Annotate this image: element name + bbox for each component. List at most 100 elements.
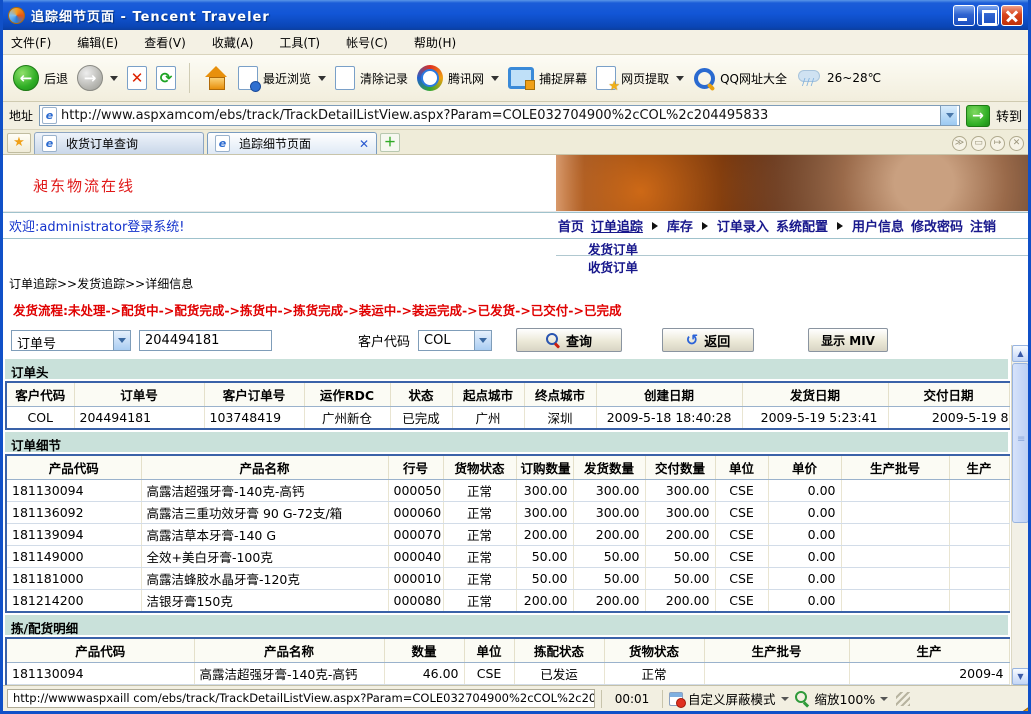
order-number-input[interactable] bbox=[139, 330, 272, 351]
favorites-star-icon[interactable]: ★ bbox=[7, 133, 31, 153]
menu-favorites[interactable]: 收藏(A) bbox=[212, 34, 254, 51]
query-button[interactable]: 查询 bbox=[516, 328, 622, 352]
chevron-down-icon[interactable] bbox=[781, 697, 789, 701]
web-extract-icon: ★ bbox=[596, 66, 616, 90]
column-header: 客户订单号 bbox=[204, 382, 304, 407]
menu-file[interactable]: 文件(F) bbox=[11, 34, 51, 51]
subnav-ship-orders[interactable]: 发货订单 bbox=[588, 242, 638, 257]
chevron-down-icon[interactable] bbox=[880, 697, 888, 701]
table-cell: COL bbox=[6, 407, 74, 430]
toolbar-separator bbox=[189, 63, 190, 93]
customer-code-select[interactable]: COL bbox=[418, 330, 492, 351]
recent-history-icon bbox=[238, 66, 258, 90]
menu-help[interactable]: 帮助(H) bbox=[414, 34, 456, 51]
back-icon: ← bbox=[13, 65, 39, 91]
table-row: 181149000全效+美白牙膏-100克000040正常50.0050.005… bbox=[6, 546, 1009, 568]
return-button[interactable]: ↺ 返回 bbox=[662, 328, 754, 352]
show-miv-button[interactable]: 显示 MIV bbox=[808, 328, 888, 352]
nav-item[interactable]: 修改密码 bbox=[911, 216, 963, 235]
table-cell: CSE bbox=[715, 524, 768, 546]
table-cell: 200.00 bbox=[645, 524, 715, 546]
menu-view[interactable]: 查看(V) bbox=[144, 34, 186, 51]
column-header: 货物状态 bbox=[604, 638, 704, 663]
table-cell: 181130094 bbox=[6, 685, 194, 686]
tab-receive-order-query[interactable]: e 收货订单查询 bbox=[34, 132, 204, 154]
scrollbar-thumb[interactable] bbox=[1012, 363, 1028, 523]
nav-item[interactable]: 用户信息 bbox=[852, 216, 904, 235]
close-all-icon[interactable]: ✕ bbox=[1009, 136, 1024, 151]
main-nav: 首页订单追踪 库存 订单录入系统配置 用户信息修改密码注销 bbox=[558, 216, 1022, 235]
site-banner: 昶东物流在线 bbox=[3, 155, 1028, 212]
table-row: 181136092高露洁三重功效牙膏 90 G-72支/箱000060正常300… bbox=[6, 502, 1009, 524]
table-row: 181130094高露洁超强牙膏-140克-高钙254.00CSE已发运正常20… bbox=[6, 685, 1009, 686]
menu-account[interactable]: 帐号(C) bbox=[346, 34, 388, 51]
chevron-double-down-icon[interactable]: ≫ bbox=[952, 136, 967, 151]
table-cell: 正常 bbox=[604, 685, 704, 686]
table-cell: 2009-4 bbox=[849, 685, 1009, 686]
dock-tab-icon[interactable]: ↦ bbox=[990, 136, 1005, 151]
subnav-receive-orders[interactable]: 收货订单 bbox=[588, 260, 638, 275]
chevron-down-icon[interactable] bbox=[113, 331, 130, 350]
menu-edit[interactable]: 编辑(E) bbox=[77, 34, 118, 51]
new-tab-button[interactable]: ＋ bbox=[380, 133, 400, 152]
nav-item[interactable]: 注销 bbox=[970, 216, 996, 235]
column-header: 单位 bbox=[715, 455, 768, 480]
recent-dropdown-icon[interactable] bbox=[318, 76, 326, 81]
qq-site-dropdown-icon[interactable] bbox=[491, 76, 499, 81]
resize-grip[interactable] bbox=[896, 692, 910, 706]
status-timer: 00:01 bbox=[608, 692, 656, 706]
address-label: 地址 bbox=[9, 107, 33, 124]
table-row: 181214200洁银牙膏150克000080正常200.00200.00200… bbox=[6, 590, 1009, 613]
clear-history-button[interactable]: 清除记录 bbox=[335, 66, 408, 90]
menu-tools[interactable]: 工具(T) bbox=[279, 34, 320, 51]
minimize-button[interactable] bbox=[953, 5, 975, 26]
qq-nav-button[interactable]: QQ网址大全 bbox=[693, 67, 787, 89]
window-list-icon[interactable]: ▭ bbox=[971, 136, 986, 151]
nav-arrow-icon bbox=[652, 222, 658, 230]
back-button[interactable]: ← 后退 bbox=[13, 65, 68, 91]
address-dropdown-button[interactable] bbox=[940, 106, 957, 125]
weather-widget[interactable]: 26~28℃ bbox=[796, 67, 881, 89]
table-cell: 103748419 bbox=[204, 407, 304, 430]
go-button[interactable]: → bbox=[966, 105, 990, 127]
nav-item[interactable]: 系统配置 bbox=[776, 216, 828, 235]
nav-item[interactable]: 订单录入 bbox=[717, 216, 769, 235]
zoom-control[interactable]: 缩放100% bbox=[795, 689, 889, 708]
vertical-scrollbar[interactable]: ▲ ▼ bbox=[1011, 345, 1028, 685]
close-tab-icon[interactable]: ✕ bbox=[359, 137, 369, 151]
order-detail-table: 产品代码产品名称行号货物状态订购数量发货数量交付数量单位单价生产批号生产1811… bbox=[5, 454, 1010, 613]
address-input[interactable]: e http://www.aspxamcom/ebs/track/TrackDe… bbox=[39, 105, 960, 126]
web-extract-dropdown-icon[interactable] bbox=[676, 76, 684, 81]
capture-screen-button[interactable]: 捕捉屏幕 bbox=[508, 67, 587, 89]
maximize-button[interactable] bbox=[977, 5, 999, 26]
block-mode-control[interactable]: 自定义屏蔽模式 bbox=[669, 689, 789, 708]
scroll-up-icon[interactable]: ▲ bbox=[1012, 345, 1028, 362]
table-cell: 181139094 bbox=[6, 524, 141, 546]
table-cell: 0.00 bbox=[768, 590, 841, 613]
nav-item[interactable]: 订单追踪 bbox=[591, 216, 643, 235]
web-extract-button[interactable]: ★ 网页提取 bbox=[596, 66, 684, 90]
home-icon bbox=[203, 66, 229, 90]
nav-item[interactable]: 库存 bbox=[667, 216, 693, 235]
stop-button[interactable]: ✕ bbox=[127, 66, 147, 90]
recent-history-button[interactable]: 最近浏览 bbox=[238, 66, 326, 90]
table-cell bbox=[841, 502, 949, 524]
column-header: 产品名称 bbox=[141, 455, 388, 480]
home-button[interactable] bbox=[203, 66, 229, 90]
qq-site-button[interactable]: 腾讯网 bbox=[417, 65, 499, 91]
refresh-button[interactable]: ⟳ bbox=[156, 66, 176, 90]
chevron-down-icon[interactable] bbox=[474, 331, 491, 350]
forward-dropdown-icon[interactable] bbox=[110, 76, 118, 81]
scroll-down-icon[interactable]: ▼ bbox=[1012, 668, 1028, 685]
column-header: 起点城市 bbox=[452, 382, 524, 407]
tab-track-detail[interactable]: e 追踪细节页面 ✕ bbox=[207, 132, 377, 154]
table-cell: 广州新仓 bbox=[304, 407, 390, 430]
table-cell bbox=[949, 590, 1009, 613]
table-cell: 000080 bbox=[388, 590, 443, 613]
menu-bar: 文件(F) 编辑(E) 查看(V) 收藏(A) 工具(T) 帐号(C) 帮助(H… bbox=[3, 30, 1028, 55]
tabbar-tools: ≫ ▭ ↦ ✕ bbox=[952, 136, 1024, 151]
forward-button[interactable]: → bbox=[77, 65, 118, 91]
nav-item[interactable]: 首页 bbox=[558, 216, 584, 235]
order-type-select[interactable]: 订单号 bbox=[11, 330, 131, 351]
close-button[interactable] bbox=[1001, 5, 1023, 26]
